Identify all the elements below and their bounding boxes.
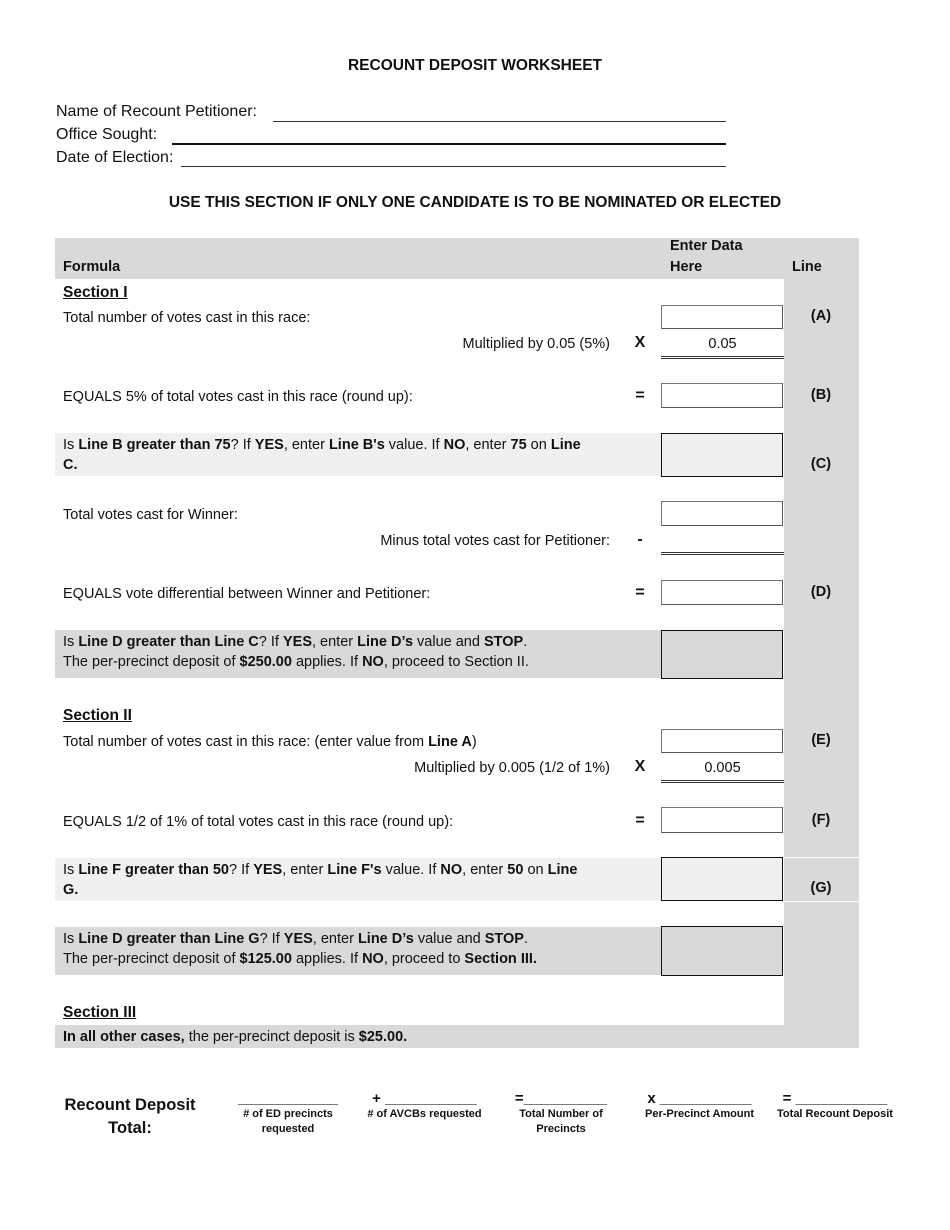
election-date-label: Date of Election: <box>56 149 174 166</box>
election-date-field[interactable] <box>181 166 726 167</box>
minus-operator: - <box>637 531 643 548</box>
section-instruction: USE THIS SECTION IF ONLY ONE CANDIDATE I… <box>168 194 782 211</box>
section-3-heading: Section III <box>63 1004 137 1021</box>
line-f-ref: (F) <box>811 812 831 828</box>
row-b-label: EQUALS 5% of total votes cast in this ra… <box>63 389 413 405</box>
multiplier-half-pct-value: 0.005 <box>661 758 784 783</box>
col-header-enter-data: Enter Data <box>670 238 743 254</box>
multiply-operator: X <box>634 758 646 775</box>
section-1-heading: Section I <box>63 284 128 301</box>
line-d-ref: (D) <box>810 584 832 600</box>
petitioner-name-label: Name of Recount Petitioner: <box>56 103 257 120</box>
winner-votes-input[interactable] <box>661 501 783 526</box>
petitioner-votes-input[interactable] <box>661 530 784 555</box>
multiplier-5pct-label: Multiplied by 0.05 (5%) <box>462 336 611 352</box>
row-f-label: EQUALS 1/2 of 1% of total votes cast in … <box>63 814 454 830</box>
ed-precincts-field[interactable]: ____________ # of ED precincts requested <box>228 1090 348 1137</box>
equals-operator: = <box>635 387 645 404</box>
avcbs-field[interactable]: + ___________ # of AVCBs requested <box>362 1090 487 1122</box>
total-recount-deposit-field[interactable]: = ___________ Total Recount Deposit <box>772 1090 898 1122</box>
worksheet-title: RECOUNT DEPOSIT WORKSHEET <box>347 57 603 74</box>
equals-operator: = <box>635 812 645 829</box>
multiplier-5pct-value: 0.05 <box>661 334 784 359</box>
line-g-input[interactable] <box>661 857 783 901</box>
line-d-input[interactable] <box>661 580 783 605</box>
row-d-label: EQUALS vote differential between Winner … <box>63 586 431 602</box>
check-d-vs-g-text: Is Line D greater than Line G? If YES, e… <box>63 931 537 967</box>
section-2-heading: Section II <box>63 707 132 724</box>
multiply-operator: X <box>634 334 646 351</box>
deposit-250-input[interactable] <box>661 630 783 679</box>
line-c-input[interactable] <box>661 433 783 477</box>
col-header-line: Line <box>792 259 822 275</box>
line-e-input[interactable] <box>661 729 783 753</box>
petitioner-name-field[interactable] <box>273 121 726 122</box>
office-sought-label: Office Sought: <box>56 126 158 143</box>
col-header-here: Here <box>670 259 703 275</box>
multiplier-half-pct-label: Multiplied by 0.005 (1/2 of 1%) <box>414 760 610 776</box>
row-e-label: Total number of votes cast in this race:… <box>63 734 477 750</box>
check-d-vs-c-text: Is Line D greater than Line C? If YES, e… <box>63 634 529 670</box>
petitioner-votes-label: Minus total votes cast for Petitioner: <box>380 533 610 549</box>
line-b-ref: (B) <box>810 387 832 403</box>
line-a-ref: (A) <box>810 308 832 324</box>
col-header-formula: Formula <box>63 259 121 275</box>
row-g-question: Is Line F greater than 50? If YES, enter… <box>63 862 578 898</box>
section-3-text: In all other cases, the per-precinct dep… <box>63 1029 408 1045</box>
equals-operator: = <box>635 584 645 601</box>
row-c-question: Is Line B greater than 75? If YES, enter… <box>63 437 581 473</box>
line-f-input[interactable] <box>661 807 783 833</box>
line-e-ref: (E) <box>811 732 831 748</box>
line-b-input[interactable] <box>661 383 783 408</box>
deposit-125-input[interactable] <box>661 926 783 976</box>
office-sought-field[interactable] <box>172 143 726 145</box>
row-a-label: Total number of votes cast in this race: <box>63 310 311 326</box>
recount-deposit-total-label: Recount Deposit Total: <box>64 1096 196 1137</box>
winner-votes-label: Total votes cast for Winner: <box>63 507 238 523</box>
line-c-ref: (C) <box>810 456 832 472</box>
per-precinct-amount-field[interactable]: x ___________ Per-Precinct Amount <box>637 1090 762 1122</box>
line-a-input[interactable] <box>661 305 783 329</box>
line-g-ref: (G) <box>810 880 832 896</box>
total-precincts-field[interactable]: =__________ Total Number of Precincts <box>505 1090 617 1137</box>
